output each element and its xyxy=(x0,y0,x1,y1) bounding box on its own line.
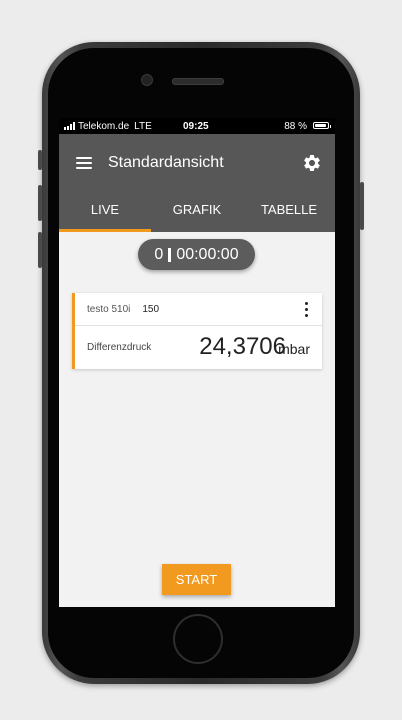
page-title: Standardansicht xyxy=(108,154,224,171)
status-bar: Telekom.de LTE 09:25 88 % xyxy=(59,118,335,134)
tab-grafik[interactable]: GRAFIK xyxy=(151,192,243,232)
carrier-name: Telekom.de xyxy=(78,120,130,132)
mute-switch xyxy=(38,150,42,170)
timer-separator xyxy=(168,247,172,262)
volume-up-button xyxy=(38,185,42,221)
gear-icon[interactable] xyxy=(302,153,322,173)
front-camera xyxy=(141,74,153,86)
app-bar: Standardansicht xyxy=(59,134,335,192)
volume-down-button xyxy=(38,232,42,268)
more-options-icon[interactable] xyxy=(305,302,309,317)
timer-count: 0 xyxy=(154,245,164,263)
tab-tabelle[interactable]: TABELLE xyxy=(243,192,335,232)
battery-icon xyxy=(313,122,331,129)
device-value: 150 xyxy=(142,303,160,315)
device-name: testo 510i xyxy=(87,303,131,315)
card-body: Differenzdruck 24,3706 mbar xyxy=(75,326,322,369)
battery-percent: 88 % xyxy=(284,120,307,132)
timer-time: 00:00:00 xyxy=(176,245,239,263)
hamburger-menu-icon[interactable] xyxy=(76,157,92,169)
start-button[interactable]: START xyxy=(162,564,231,595)
power-button xyxy=(360,182,364,230)
measurement-card[interactable]: testo 510i 150 Differenzdruck 24,3706 mb… xyxy=(72,293,322,369)
timer-display: 0 00:00:00 xyxy=(138,239,255,270)
app-screen: Telekom.de LTE 09:25 88 % Standardansich… xyxy=(59,118,335,607)
network-type: LTE xyxy=(134,120,152,132)
signal-icon xyxy=(64,122,75,130)
measurement-unit: mbar xyxy=(278,341,310,357)
earpiece-speaker xyxy=(172,78,224,85)
tab-live[interactable]: LIVE xyxy=(59,192,151,232)
measurement-value: 24,3706 xyxy=(199,333,286,360)
home-button[interactable] xyxy=(173,614,223,664)
status-time: 09:25 xyxy=(183,120,209,132)
tab-bar: LIVE GRAFIK TABELLE xyxy=(59,192,335,232)
battery-fill xyxy=(315,124,326,127)
card-header: testo 510i 150 xyxy=(75,293,322,326)
measurement-label: Differenzdruck xyxy=(87,342,152,353)
